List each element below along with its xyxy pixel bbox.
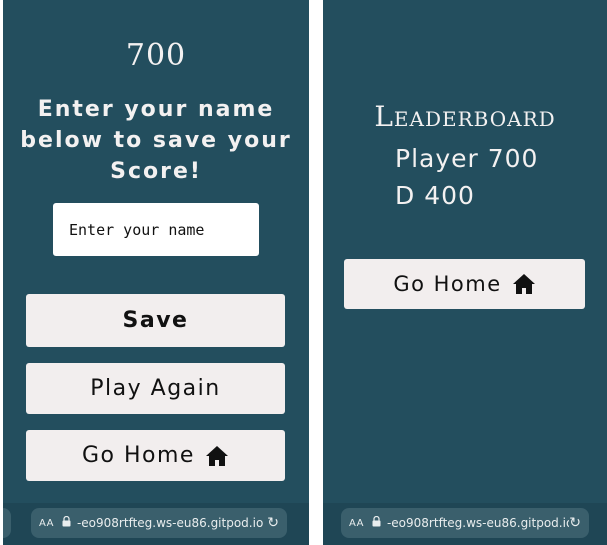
- home-icon: [512, 274, 535, 294]
- leaderboard-title: Leaderboard: [374, 100, 556, 133]
- go-home-label: Go Home: [393, 272, 502, 296]
- save-score-screen: 700 Enter your name below to save your S…: [3, 0, 309, 545]
- player-name: D: [395, 181, 416, 210]
- leaderboard-screen: Leaderboard Player 700 D 400 Go Home AA …: [323, 0, 607, 545]
- text-size-button[interactable]: AA: [39, 518, 54, 529]
- player-name: Player: [395, 144, 479, 173]
- url-text: -eo908rtfteg.ws-eu86.gitpod.io: [76, 516, 264, 530]
- leaderboard-row: Player 700: [395, 140, 538, 177]
- go-home-button[interactable]: Go Home: [344, 259, 585, 309]
- address-bar[interactable]: AA -eo908rtfteg.ws-eu86.gitpod.io ↻: [341, 508, 589, 538]
- go-home-button[interactable]: Go Home: [26, 430, 285, 481]
- lock-icon: [62, 515, 71, 530]
- save-prompt: Enter your name below to save your Score…: [20, 97, 292, 184]
- tab-stub[interactable]: [3, 508, 11, 538]
- player-score: 400: [424, 181, 475, 210]
- lock-icon: [372, 515, 381, 530]
- play-again-button[interactable]: Play Again: [26, 363, 285, 414]
- leaderboard-list: Player 700 D 400: [395, 140, 538, 214]
- save-button[interactable]: Save: [26, 294, 285, 347]
- leaderboard-row: D 400: [395, 177, 538, 214]
- reload-icon[interactable]: ↻: [569, 515, 581, 531]
- browser-bar: AA -eo908rtfteg.ws-eu86.gitpod.io ↻: [3, 503, 309, 545]
- reload-icon[interactable]: ↻: [267, 515, 279, 531]
- go-home-label: Go Home: [82, 443, 195, 468]
- name-input[interactable]: [53, 203, 259, 256]
- url-text: -eo908rtfteg.ws-eu86.gitpod.io: [386, 516, 570, 530]
- player-score: 700: [487, 144, 539, 173]
- final-score: 700: [125, 38, 187, 73]
- address-bar[interactable]: AA -eo908rtfteg.ws-eu86.gitpod.io ↻: [31, 508, 287, 538]
- text-size-button[interactable]: AA: [349, 518, 364, 529]
- home-icon: [205, 445, 228, 466]
- browser-bar: AA -eo908rtfteg.ws-eu86.gitpod.io ↻: [323, 503, 607, 545]
- play-again-label: Play Again: [90, 376, 221, 401]
- save-button-label: Save: [122, 308, 189, 333]
